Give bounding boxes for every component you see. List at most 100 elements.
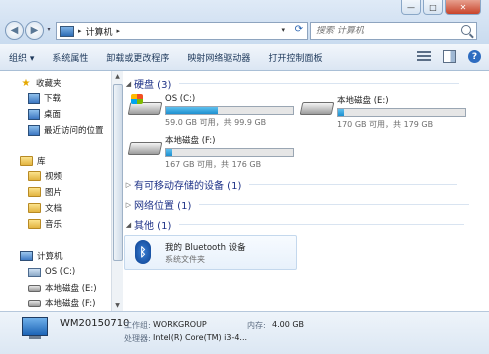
nav-recent-label: 最近访问的位置	[44, 126, 104, 136]
group-network[interactable]: ▷ 网络位置 (1)	[123, 197, 470, 212]
nav-drive-c[interactable]: OS (C:)	[28, 265, 75, 279]
desktop-icon	[28, 108, 40, 120]
group-divider	[179, 224, 465, 225]
music-icon	[28, 219, 41, 229]
windows-logo-icon	[131, 94, 143, 104]
hard-drive-icon	[28, 284, 41, 292]
nav-videos-label: 视频	[45, 172, 63, 182]
drive-name: OS (C:)	[165, 94, 196, 104]
uninstall-program-button[interactable]: 卸载或更改程序	[97, 51, 178, 64]
bluetooth-devices-tile[interactable]: ᛒ 我的 Bluetooth 设备 系统文件夹	[124, 235, 297, 270]
toolbar-right: ?	[417, 50, 481, 63]
search-box[interactable]	[310, 22, 477, 40]
group-other-label: 其他 (1)	[134, 221, 172, 232]
computer-large-icon	[22, 317, 48, 341]
scroll-up-icon[interactable]: ▲	[113, 73, 122, 80]
nav-desktop[interactable]: 桌面	[28, 107, 61, 121]
system-properties-button[interactable]: 系统属性	[43, 51, 97, 64]
change-view-icon[interactable]	[417, 51, 431, 62]
forward-button[interactable]: ▶	[25, 21, 44, 40]
workgroup-value: WORKGROUP	[153, 320, 207, 329]
nav-drive-f[interactable]: 本地磁盘 (F:)	[28, 296, 95, 310]
workgroup-label: 工作组:	[124, 321, 151, 330]
group-divider	[249, 184, 458, 185]
nav-drive-e-label: 本地磁盘 (E:)	[45, 284, 97, 294]
drive-name: 本地磁盘 (F:)	[165, 136, 216, 146]
nav-documents[interactable]: 文档	[28, 201, 62, 215]
nav-music[interactable]: 音乐	[28, 217, 62, 231]
collapse-icon[interactable]: ◢	[123, 221, 134, 229]
nav-scrollbar[interactable]: ▲ ▼	[111, 71, 123, 311]
computer-icon	[60, 25, 74, 37]
collapse-icon[interactable]: ◢	[123, 80, 134, 88]
maximize-button[interactable]: □	[423, 0, 443, 15]
group-other[interactable]: ◢ 其他 (1)	[123, 217, 465, 232]
nav-music-label: 音乐	[45, 220, 63, 230]
nav-favorites[interactable]: ★ 收藏夹	[20, 76, 62, 90]
nav-videos[interactable]: 视频	[28, 169, 62, 183]
close-button[interactable]: ✕	[445, 0, 481, 15]
nav-desktop-label: 桌面	[44, 110, 62, 120]
drive-c-tile[interactable]: OS (C:) 59.0 GB 可用，共 99.9 GB	[127, 94, 294, 128]
memory-label: 内存:	[247, 321, 266, 330]
downloads-icon	[28, 92, 40, 104]
group-hard-disks[interactable]: ◢ 硬盘 (3)	[123, 76, 460, 91]
system-drive-icon	[127, 94, 163, 116]
drive-usage-bar	[165, 106, 294, 115]
search-input[interactable]	[316, 26, 456, 36]
open-control-panel-button[interactable]: 打开控制面板	[259, 51, 331, 64]
star-icon: ★	[21, 77, 31, 89]
nav-drive-f-label: 本地磁盘 (F:)	[45, 299, 96, 309]
help-icon[interactable]: ?	[468, 50, 481, 63]
hard-drive-icon	[127, 134, 163, 156]
nav-favorites-label: 收藏夹	[36, 79, 62, 89]
breadcrumb-separator-end[interactable]: ▸	[117, 27, 121, 35]
drive-usage-bar	[165, 148, 294, 157]
nav-computer-label: 计算机	[37, 252, 63, 262]
details-pane: WM20150710 工作组: WORKGROUP 内存: 4.00 GB 处理…	[0, 311, 489, 354]
preview-pane-icon[interactable]	[443, 50, 456, 63]
videos-icon	[28, 171, 41, 181]
refresh-icon[interactable]: ⟳	[295, 24, 303, 35]
content-pane: ◢ 硬盘 (3) OS (C:) 59.0 GB 可用，共 99.9 GB 本地…	[123, 71, 489, 311]
nav-pictures-label: 图片	[45, 188, 63, 198]
drive-free-space: 170 GB 可用，共 179 GB	[337, 120, 434, 129]
bluetooth-name: 我的 Bluetooth 设备	[165, 243, 246, 253]
recent-pages-button[interactable]: ▾	[45, 21, 53, 38]
breadcrumb-computer[interactable]: 计算机	[86, 25, 113, 38]
search-icon[interactable]	[461, 25, 471, 35]
nav-library-label: 库	[37, 157, 46, 167]
documents-icon	[28, 203, 41, 213]
organize-button[interactable]: 组织 ▾	[0, 51, 43, 64]
nav-downloads-label: 下载	[44, 94, 62, 104]
nav-libraries[interactable]: 库	[20, 154, 46, 168]
computer-icon	[20, 251, 33, 261]
drive-free-space: 167 GB 可用，共 176 GB	[165, 160, 262, 169]
group-network-label: 网络位置 (1)	[134, 201, 192, 212]
nav-documents-label: 文档	[45, 204, 63, 214]
explorer-window: — □ ✕ ◀ ▶ ▾ ▸ 计算机 ▸ ▾ ⟳ 组织 ▾ 系统属性 卸载或更改程…	[0, 0, 489, 354]
scroll-thumb[interactable]	[113, 84, 123, 261]
back-button[interactable]: ◀	[5, 21, 24, 40]
drive-f-tile[interactable]: 本地磁盘 (F:) 167 GB 可用，共 176 GB	[127, 134, 294, 170]
nav-downloads[interactable]: 下载	[28, 91, 61, 105]
drive-e-tile[interactable]: 本地磁盘 (E:) 170 GB 可用，共 179 GB	[299, 94, 466, 130]
address-bar[interactable]: ▸ 计算机 ▸ ▾ ⟳	[56, 22, 308, 40]
nav-computer[interactable]: 计算机	[20, 249, 63, 263]
drive-name: 本地磁盘 (E:)	[337, 96, 389, 106]
group-removable[interactable]: ▷ 有可移动存储的设备 (1)	[123, 177, 458, 192]
hard-drive-icon	[28, 299, 41, 307]
minimize-button[interactable]: —	[401, 0, 421, 15]
expand-icon[interactable]: ▷	[123, 201, 134, 209]
address-dropdown-button[interactable]: ▾	[281, 26, 285, 34]
nav-pictures[interactable]: 图片	[28, 185, 62, 199]
nav-recent-places[interactable]: 最近访问的位置	[28, 123, 104, 137]
nav-buttons: ◀ ▶ ▾	[5, 21, 53, 40]
bluetooth-icon: ᛒ	[135, 240, 151, 264]
scroll-down-icon[interactable]: ▼	[113, 302, 122, 309]
map-network-drive-button[interactable]: 映射网络驱动器	[178, 51, 259, 64]
expand-icon[interactable]: ▷	[123, 181, 134, 189]
nav-drive-e[interactable]: 本地磁盘 (E:)	[28, 281, 97, 295]
recent-places-icon	[28, 124, 40, 136]
breadcrumb-separator[interactable]: ▸	[78, 27, 82, 35]
